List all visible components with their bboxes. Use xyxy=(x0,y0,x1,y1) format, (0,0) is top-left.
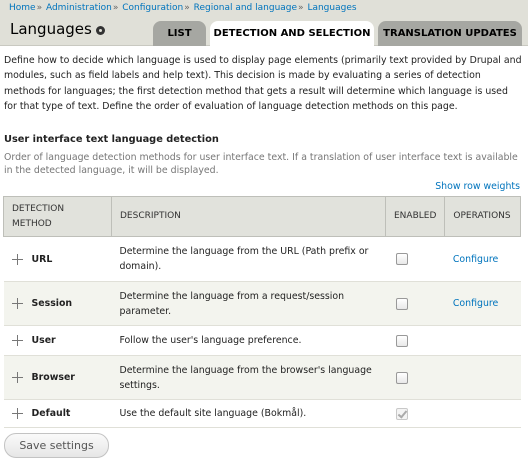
table-header-row: DETECTION METHOD DESCRIPTION ENABLED OPE… xyxy=(3,196,521,237)
show-row-weights-link[interactable]: Show row weights xyxy=(435,181,520,192)
enabled-cell xyxy=(385,399,445,428)
operations-cell: Configure xyxy=(444,281,521,326)
drag-handle-icon[interactable] xyxy=(11,372,23,383)
method-name: URL xyxy=(31,253,53,265)
operations-cell: Configure xyxy=(444,236,521,282)
tab-translation-updates[interactable]: TRANSLATION UPDATES xyxy=(378,21,522,46)
table-row[interactable]: User Follow the user's language preferen… xyxy=(3,325,521,356)
section-title: User interface text language detection xyxy=(4,134,219,145)
breadcrumb-configuration[interactable]: Configuration xyxy=(122,3,183,13)
breadcrumb: Home» Administration» Configuration» Reg… xyxy=(9,3,357,13)
method-description: Follow the user's language preference. xyxy=(111,325,386,356)
configure-link[interactable]: Configure xyxy=(453,298,498,309)
enabled-checkbox[interactable] xyxy=(395,297,408,310)
column-header-enabled: ENABLED xyxy=(384,196,446,237)
method-name: Session xyxy=(31,298,73,309)
breadcrumb-separator: » xyxy=(298,3,304,13)
table-row[interactable]: Session Determine the language from a re… xyxy=(3,281,521,326)
enabled-cell xyxy=(385,281,445,326)
column-header-detection-method: DETECTION METHOD xyxy=(3,196,112,237)
method-cell: URL xyxy=(3,236,112,282)
method-description: Determine the language from the URL (Pat… xyxy=(111,236,386,282)
operations-cell xyxy=(444,355,521,400)
enabled-cell xyxy=(385,355,445,400)
method-cell: Session xyxy=(3,281,112,326)
enabled-checkbox-disabled xyxy=(395,407,408,420)
drag-handle-icon[interactable] xyxy=(11,298,23,309)
column-header-operations: OPERATIONS xyxy=(444,196,521,237)
save-settings-button[interactable]: Save settings xyxy=(4,433,109,458)
shortcut-star-icon[interactable] xyxy=(96,26,105,35)
method-description: Determine the language from a request/se… xyxy=(111,281,386,326)
method-name: User xyxy=(31,335,56,346)
breadcrumb-administration[interactable]: Administration xyxy=(46,3,112,13)
method-description: Use the default site language (Bokmål). xyxy=(111,399,386,428)
column-header-description: DESCRIPTION xyxy=(111,196,386,237)
breadcrumb-separator: » xyxy=(36,3,43,13)
method-name: Default xyxy=(31,408,71,419)
tab-list[interactable]: LIST xyxy=(153,21,206,46)
method-name: Browser xyxy=(31,372,75,383)
drag-handle-icon[interactable] xyxy=(11,408,23,419)
enabled-checkbox[interactable] xyxy=(395,334,408,347)
enabled-cell xyxy=(385,236,445,282)
enabled-cell xyxy=(385,325,445,356)
drag-handle-icon[interactable] xyxy=(11,335,23,346)
method-cell: Browser xyxy=(3,355,112,400)
breadcrumb-regional-language[interactable]: Regional and language xyxy=(194,3,297,13)
page-title: Languages xyxy=(10,20,92,38)
drag-handle-icon[interactable] xyxy=(11,253,23,265)
enabled-checkbox[interactable] xyxy=(395,371,408,384)
intro-text: Define how to decide which language is u… xyxy=(4,55,522,113)
table-row[interactable]: Browser Determine the language from the … xyxy=(3,355,521,400)
breadcrumb-home[interactable]: Home xyxy=(9,3,36,13)
table-row[interactable]: Default Use the default site language (B… xyxy=(3,399,521,428)
method-description: Determine the language from the browser'… xyxy=(111,355,386,400)
tab-detection-and-selection[interactable]: DETECTION AND SELECTION xyxy=(210,21,374,47)
enabled-checkbox[interactable] xyxy=(395,253,408,265)
breadcrumb-languages[interactable]: Languages xyxy=(307,3,356,13)
table-row[interactable]: URL Determine the language from the URL … xyxy=(3,236,521,282)
breadcrumb-separator: » xyxy=(184,3,190,13)
operations-cell xyxy=(444,325,521,356)
breadcrumb-separator: » xyxy=(112,3,119,13)
method-cell: User xyxy=(3,325,112,356)
operations-cell xyxy=(444,399,521,428)
page-header: Home» Administration» Configuration» Reg… xyxy=(0,0,528,47)
method-cell: Default xyxy=(3,399,112,428)
detection-methods-table: DETECTION METHOD DESCRIPTION ENABLED OPE… xyxy=(3,196,521,428)
section-description: Order of language detection methods for … xyxy=(4,152,518,176)
configure-link[interactable]: Configure xyxy=(453,254,498,265)
